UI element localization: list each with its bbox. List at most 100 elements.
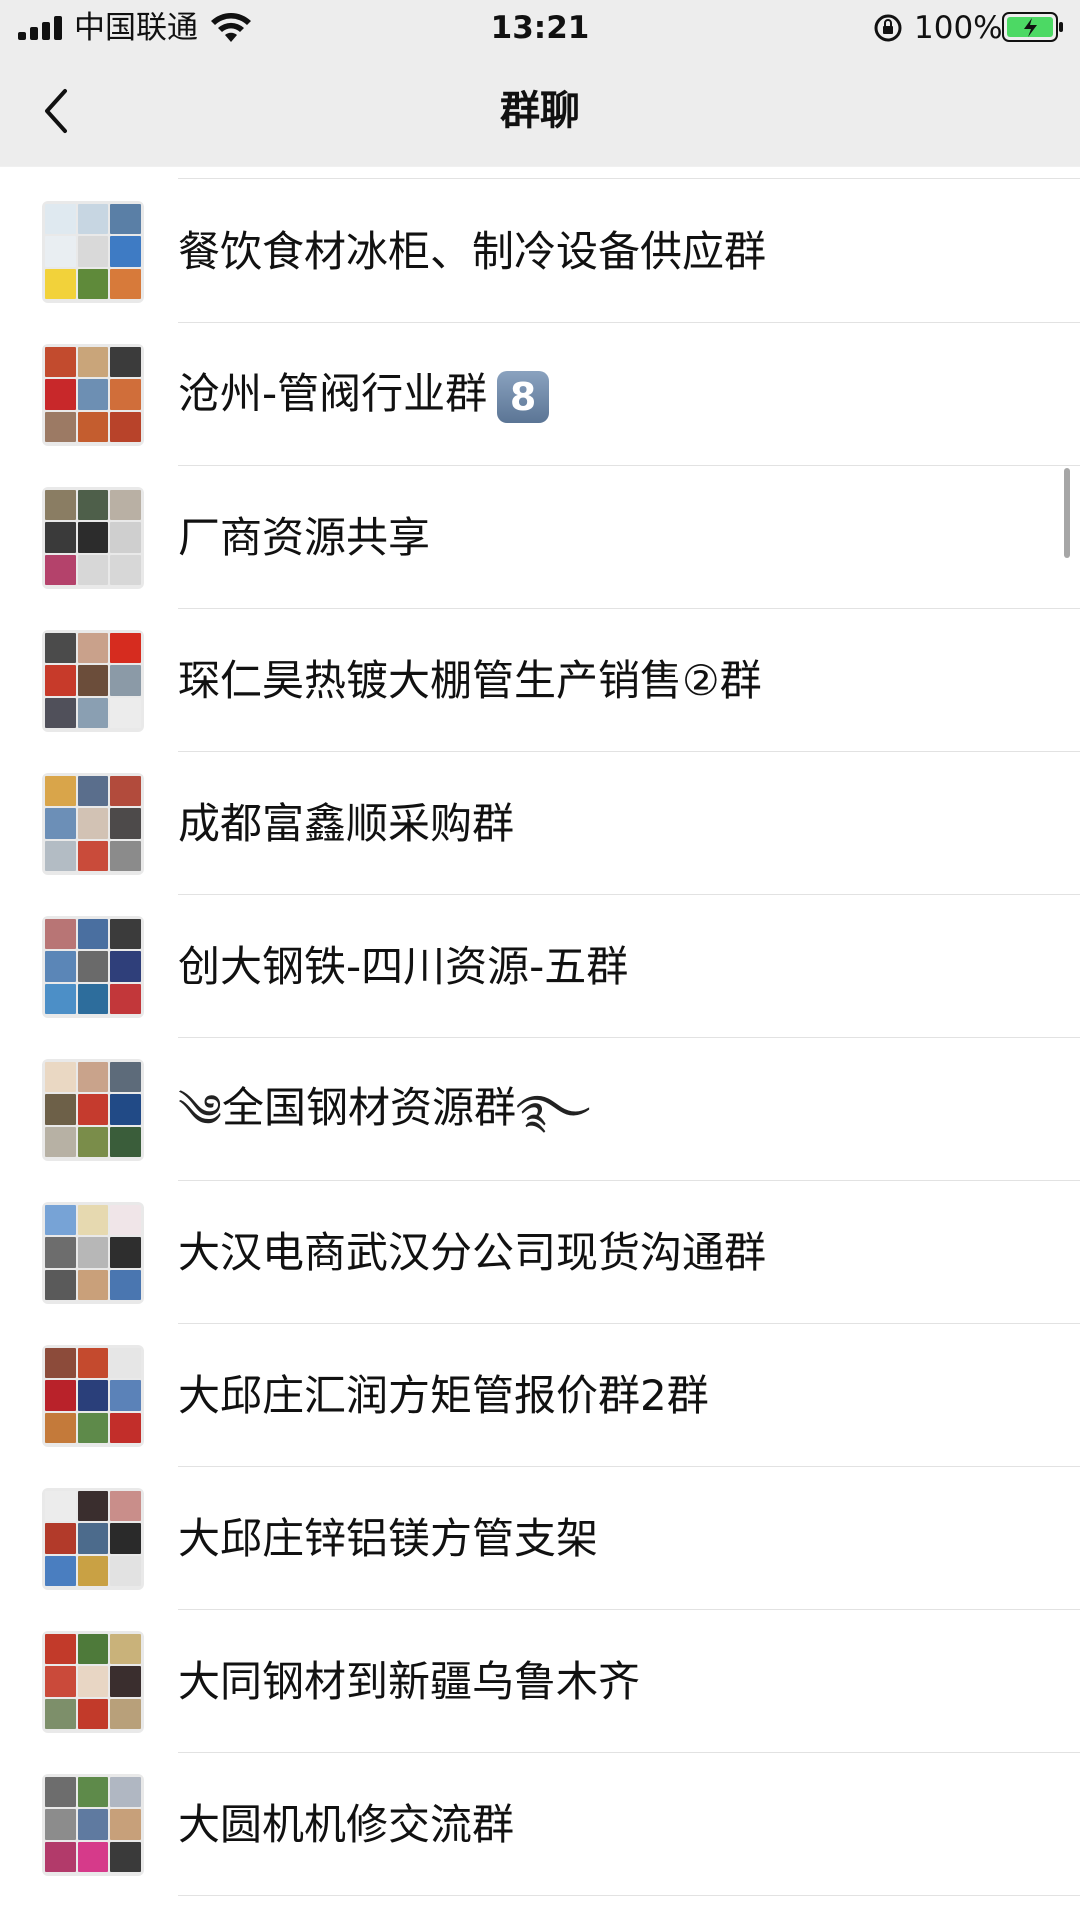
group-list-item[interactable]: 大汉电商武汉分公司现货沟通群 [0, 1181, 1080, 1324]
member-avatar-thumb [45, 1347, 76, 1379]
member-avatar-thumb [110, 632, 141, 664]
member-avatar-thumb [110, 379, 141, 410]
group-name: 大邱庄汇润方矩管报价群2群 [178, 1368, 709, 1424]
member-avatar-thumb [110, 1269, 141, 1301]
member-avatar-thumb [77, 665, 109, 696]
member-avatar-thumb [110, 1237, 141, 1268]
group-name-text: 大同钢材到新疆乌鲁木齐 [178, 1656, 641, 1706]
member-avatar-thumb [77, 1237, 109, 1268]
group-list-item[interactable]: ༄全国钢材资源群࿐ [0, 1038, 1080, 1181]
group-list-item[interactable]: 成都富鑫顺采购群 [0, 752, 1080, 895]
group-list: 餐饮食材冰柜、制冷设备供应群 沧州-管阀行业群 8 厂商资源共享 琛仁昊热镀大棚管生产销… [0, 180, 1080, 1896]
group-name-text: 琛仁昊热镀大棚管生产销售②群 [178, 655, 762, 705]
member-avatar-thumb [110, 522, 141, 553]
member-avatar-thumb [77, 983, 109, 1015]
member-avatar-thumb [110, 1490, 141, 1522]
group-name: 大邱庄锌铝镁方管支架 [178, 1511, 598, 1567]
member-avatar-thumb [110, 1094, 141, 1125]
member-avatar-thumb [110, 951, 141, 982]
member-avatar-thumb [110, 775, 141, 807]
group-list-item[interactable]: 沧州-管阀行业群 8 [0, 323, 1080, 466]
member-avatar-thumb [110, 554, 141, 586]
group-list-item[interactable]: 大圆机机修交流群 [0, 1753, 1080, 1896]
member-avatar-thumb [45, 489, 76, 521]
member-avatar-thumb [45, 379, 76, 410]
member-avatar-thumb [110, 918, 141, 950]
member-avatar-thumb [77, 1269, 109, 1301]
member-avatar-thumb [77, 379, 109, 410]
member-avatar-thumb [110, 665, 141, 696]
member-avatar-thumb [77, 1412, 109, 1444]
group-list-item[interactable]: 大邱庄锌铝镁方管支架 [0, 1467, 1080, 1610]
group-name: 成都富鑫顺采购群 [178, 796, 514, 852]
member-avatar-thumb [45, 346, 76, 378]
group-name: ༄全国钢材资源群࿐ [178, 1080, 590, 1139]
group-name-text: 沧州-管阀行业群 [178, 369, 488, 419]
member-avatar-thumb [77, 697, 109, 729]
member-avatar-thumb [110, 1555, 141, 1587]
group-name: 创大钢铁-四川资源-五群 [178, 939, 628, 995]
group-name: 厂商资源共享 [178, 510, 430, 566]
member-avatar-thumb [45, 983, 76, 1015]
group-list-item[interactable]: 创大钢铁-四川资源-五群 [0, 895, 1080, 1038]
group-avatar [42, 1058, 144, 1161]
member-avatar-thumb [77, 1061, 109, 1093]
group-name-text: 创大钢铁-四川资源-五群 [178, 941, 629, 991]
member-avatar-thumb [110, 236, 141, 267]
member-avatar-thumb [45, 1204, 76, 1236]
member-avatar-thumb [110, 1698, 141, 1730]
member-avatar-thumb [77, 1523, 109, 1554]
group-avatar [42, 1344, 144, 1447]
member-avatar-thumb [77, 1698, 109, 1730]
member-avatar-thumb [45, 236, 76, 267]
member-avatar-thumb [110, 1841, 141, 1873]
group-list-item[interactable]: 大同钢材到新疆乌鲁木齐 [0, 1610, 1080, 1753]
group-avatar [42, 486, 144, 589]
member-avatar-thumb [77, 1841, 109, 1873]
member-avatar-thumb [77, 951, 109, 982]
member-avatar-thumb [45, 1269, 76, 1301]
member-avatar-thumb [45, 775, 76, 807]
member-avatar-thumb [77, 840, 109, 872]
keycap-number-badge: 8 [497, 370, 550, 423]
group-name-text: 大圆机机修交流群 [178, 1799, 515, 1849]
member-avatar-thumb [110, 1347, 141, 1379]
member-avatar-thumb [77, 268, 109, 300]
member-avatar-thumb [45, 697, 76, 729]
member-avatar-thumb [77, 1555, 109, 1587]
group-list-item[interactable]: 厂商资源共享 [0, 466, 1080, 609]
member-avatar-thumb [110, 489, 141, 521]
member-avatar-thumb [45, 1380, 76, 1411]
member-avatar-thumb [77, 1094, 109, 1125]
swirl-decoration-icon: ༄ [178, 1083, 222, 1138]
member-avatar-thumb [110, 983, 141, 1015]
member-avatar-thumb [110, 1666, 141, 1697]
member-avatar-thumb [45, 554, 76, 586]
group-chat-list-screen: 中国联通 13:21 100% 群聊 餐饮食材冰柜、制冷设备供应群 沧州-管阀行… [0, 0, 1080, 1920]
member-avatar-thumb [77, 1126, 109, 1158]
member-avatar-thumb [45, 1523, 76, 1554]
navigation-bar: 群聊 [0, 56, 1080, 166]
group-name: 琛仁昊热镀大棚管生产销售②群 [178, 653, 762, 709]
member-avatar-thumb [45, 808, 76, 839]
group-list-item[interactable]: 餐饮食材冰柜、制冷设备供应群 [0, 180, 1080, 323]
member-avatar-thumb [77, 522, 109, 553]
member-avatar-thumb [77, 489, 109, 521]
group-name-text: 成都富鑫顺采购群 [178, 798, 515, 848]
group-name-text: 餐饮食材冰柜、制冷设备供应群 [178, 226, 767, 276]
member-avatar-thumb [110, 1523, 141, 1554]
group-list-item[interactable]: 大邱庄汇润方矩管报价群2群 [0, 1324, 1080, 1467]
group-avatar [42, 1773, 144, 1876]
member-avatar-thumb [77, 554, 109, 586]
member-avatar-thumb [77, 411, 109, 443]
scroll-indicator[interactable] [1064, 468, 1070, 558]
member-avatar-thumb [77, 1776, 109, 1808]
member-avatar-thumb [77, 808, 109, 839]
member-avatar-thumb [77, 1204, 109, 1236]
member-avatar-thumb [110, 411, 141, 443]
member-avatar-thumb [110, 1412, 141, 1444]
group-list-item[interactable]: 琛仁昊热镀大棚管生产销售②群 [0, 609, 1080, 752]
group-name-text: 全国钢材资源群 [221, 1083, 516, 1133]
group-name: 沧州-管阀行业群 8 [178, 366, 550, 423]
group-avatar [42, 629, 144, 732]
